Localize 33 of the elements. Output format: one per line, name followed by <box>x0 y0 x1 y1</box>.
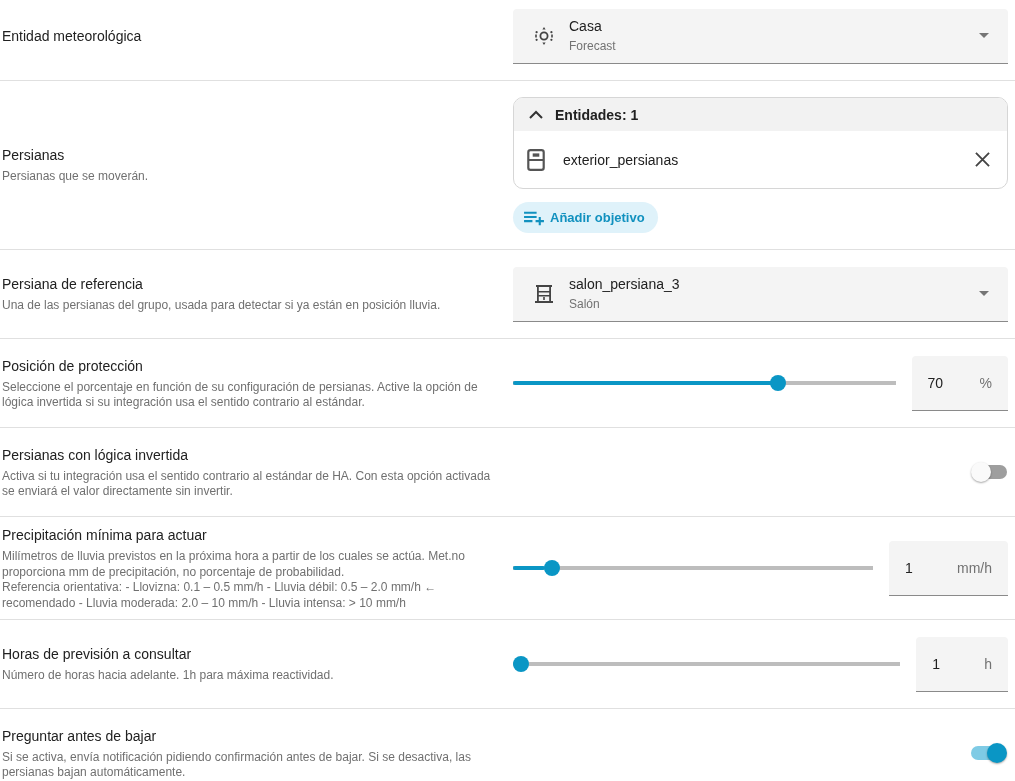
dropdown-field[interactable]: Casa Forecast <box>513 8 1008 64</box>
blind-icon <box>526 148 546 171</box>
close-icon <box>974 152 990 167</box>
setting-label: Posición de protección <box>2 356 144 376</box>
setting-label: Preguntar antes de bajar <box>2 726 158 746</box>
setting-description: Una de las persianas del grupo, usada para detectar si ya están en posición lluvia. <box>2 298 442 314</box>
setting-description: Activa si tu integración usa el sentido contrario al estándar de HA. Con esta opción activada se enviará el valor directamente sin invertir. <box>2 468 492 500</box>
setting-label: Persianas con lógica invertida <box>2 445 189 465</box>
toggle-switch[interactable] <box>971 462 1007 482</box>
setting-description: Persianas que se moverán. <box>2 169 150 185</box>
caret-down-icon <box>979 291 989 296</box>
setting-label: Horas de previsión a consultar <box>2 645 193 665</box>
number-field[interactable]: 1 h <box>916 636 1008 692</box>
window-blind-icon <box>534 283 554 304</box>
number-field[interactable]: 1 mm/h <box>889 540 1008 596</box>
entity-name: exterior_persianas <box>563 151 680 168</box>
toggle-switch[interactable] <box>971 743 1007 763</box>
setting-label: Persianas <box>2 146 66 166</box>
slider-thumb[interactable] <box>769 375 786 391</box>
slider-thumb[interactable] <box>513 656 529 672</box>
sun-icon <box>534 25 554 46</box>
setting-label: Precipitación mínima para actuar <box>2 526 208 545</box>
setting-label: Entidad meteorológica <box>2 27 143 46</box>
number-field[interactable]: 70 % <box>911 355 1008 411</box>
caret-down-icon <box>979 33 989 38</box>
setting-description: Milímetros de lluvia previstos en la próxima hora a partir de los cuales se actúa. Met.no proporciona mm de precipitación, no porcentaje de probabilidad. Referencia orientativa: - Llovizna: 0.1 – 0.5 mm/h - Lluvia débil: 0.5 – 2.0 mm/h ← recomendado - Lluvia moderada: 2.0 – 10 mm/h - Lluvia intensa: > 10 mm/h <box>2 549 466 611</box>
setting-description: Si se activa, envía notificación pidiendo confirmación antes de bajar. Si se desactiva, las persianas bajan automáticamente. <box>2 749 472 781</box>
slider-thumb[interactable] <box>543 560 560 576</box>
setting-description: Número de horas hacia adelante. 1h para máxima reactividad. <box>2 668 335 684</box>
dropdown-field[interactable]: salon_persiana_3 Salón <box>513 266 1008 322</box>
entity-list-header[interactable]: Entidades: 1 <box>514 98 1007 131</box>
setting-description: Seleccione el porcentaje en función de su configuración de persianas. Active la opción de lógica invertida si su integración usa el sentido contrario al estándar. <box>2 379 479 411</box>
setting-label: Persiana de referencia <box>2 275 144 295</box>
